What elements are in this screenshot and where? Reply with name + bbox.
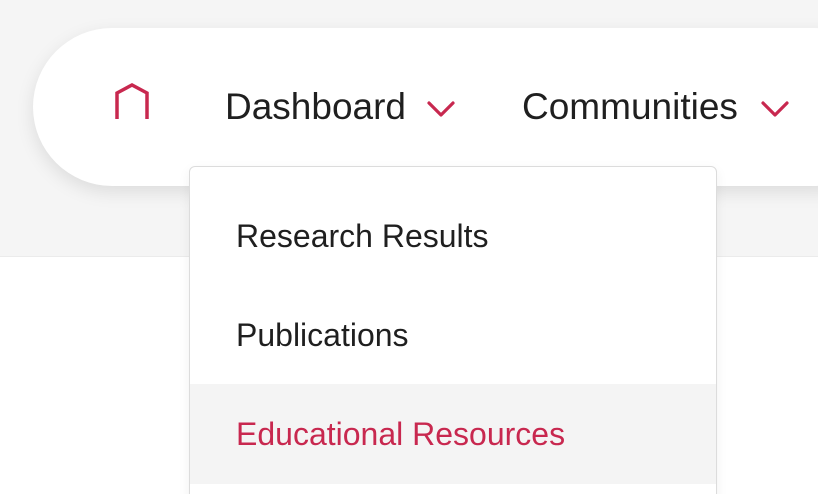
- dashboard-dropdown-menu: Research Results Publications Educationa…: [189, 166, 717, 494]
- nav-item-label: Communities: [522, 86, 738, 127]
- chevron-down-icon: [760, 100, 790, 118]
- home-button[interactable]: [109, 80, 155, 124]
- nav-item-label: Dashboard: [225, 86, 407, 127]
- menu-item-research-results[interactable]: Research Results: [190, 186, 716, 286]
- menu-item-educational-resources[interactable]: Educational Resources: [190, 384, 716, 484]
- page: Dashboard Communities Research Results P…: [0, 0, 818, 494]
- home-arch-icon: [112, 81, 152, 123]
- menu-item-label: Educational Resources: [236, 415, 566, 452]
- chevron-down-icon: [426, 100, 456, 118]
- nav-item-communities[interactable]: Communities: [522, 82, 790, 132]
- nav-item-dashboard[interactable]: Dashboard: [225, 82, 456, 132]
- menu-item-publications[interactable]: Publications: [190, 285, 716, 385]
- menu-item-label: Research Results: [236, 217, 489, 254]
- menu-item-label: Publications: [236, 316, 409, 353]
